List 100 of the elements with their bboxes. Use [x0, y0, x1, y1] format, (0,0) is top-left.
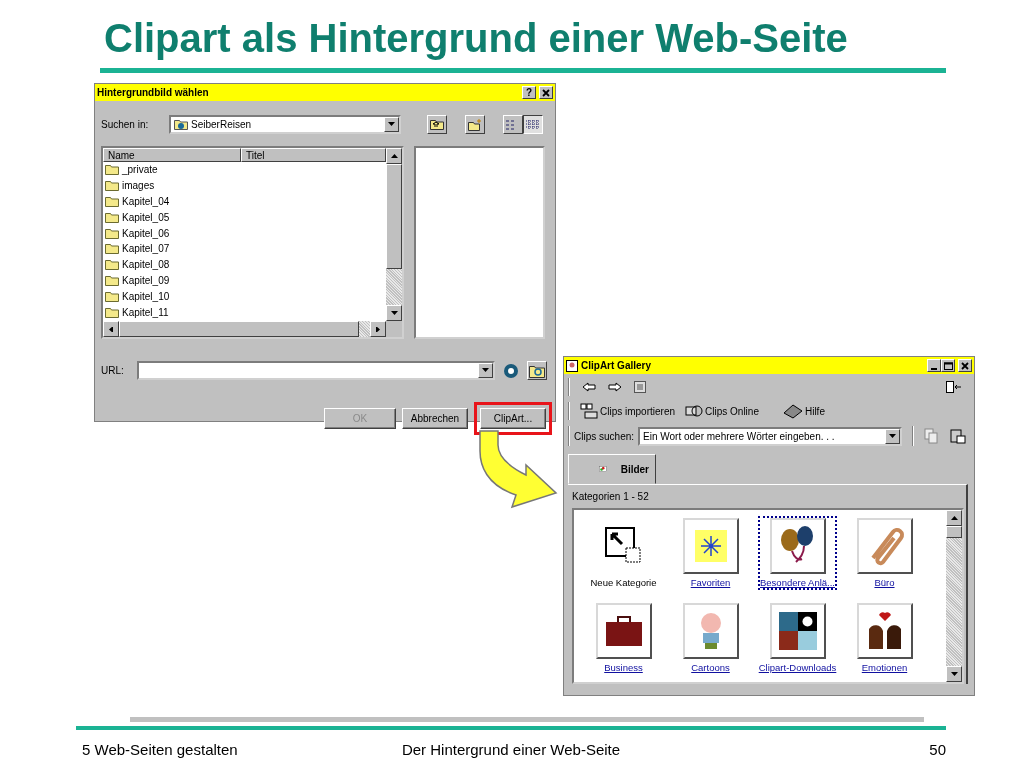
help-button[interactable]: ? — [522, 86, 536, 99]
import-clips-button[interactable]: Clips importieren — [580, 403, 676, 419]
scrollbar[interactable] — [386, 148, 402, 321]
category-tile[interactable] — [856, 603, 913, 659]
up-folder-icon[interactable] — [427, 115, 447, 134]
url-field[interactable] — [136, 361, 496, 380]
caret-left-icon — [107, 326, 115, 332]
category-tile[interactable] — [769, 518, 826, 574]
column-header[interactable]: Name — [103, 148, 241, 162]
folder-icon — [105, 196, 119, 207]
browse-folder-icon[interactable] — [527, 361, 547, 380]
import-icon — [580, 403, 598, 419]
category-tile[interactable] — [769, 603, 826, 659]
caret-down-icon — [950, 671, 958, 677]
folder-item[interactable]: images — [122, 180, 155, 192]
scrollbar-thumb[interactable] — [946, 526, 962, 538]
category-tile[interactable] — [595, 603, 652, 659]
caret-down-icon — [388, 122, 395, 127]
caret-up-icon — [390, 153, 398, 159]
look-in-label: Suchen in: — [101, 119, 150, 130]
folder-item[interactable]: Kapitel_05 — [122, 211, 170, 223]
window-title: Hintergrundbild wählen — [97, 87, 209, 98]
caret-up-icon — [950, 515, 958, 521]
maximize-button[interactable] — [941, 359, 955, 372]
scrollbar[interactable] — [946, 510, 962, 682]
list-view-icon[interactable] — [503, 115, 523, 134]
folder-icon — [105, 243, 119, 255]
forward-arrow-icon[interactable] — [608, 382, 622, 392]
clips-online-button[interactable]: Clips Online — [685, 403, 759, 419]
paste-icon[interactable] — [950, 428, 967, 444]
caret-down-icon — [390, 310, 398, 316]
book-icon — [782, 403, 803, 419]
look-in-value: SeiberReisen — [191, 119, 252, 130]
column-header[interactable]: Titel — [241, 148, 386, 162]
folder-item[interactable]: Kapitel_09 — [122, 274, 170, 286]
folder-icon — [105, 180, 119, 192]
folder-icon — [105, 290, 119, 302]
category-link[interactable]: Emotionen — [861, 662, 908, 673]
category-link[interactable]: Business — [604, 662, 643, 673]
scroll-left-button[interactable] — [103, 321, 119, 337]
category-link[interactable]: Besondere Anlä... — [760, 577, 835, 588]
dialog-button[interactable]: Abbrechen — [402, 408, 468, 429]
tab[interactable]: Bilder — [568, 454, 656, 484]
folder-item[interactable]: Kapitel_04 — [122, 196, 170, 207]
back-arrow-icon[interactable] — [582, 382, 596, 392]
footer-section: 5 Web-Seiten gestalten — [82, 740, 238, 758]
scroll-right-button[interactable] — [370, 321, 386, 337]
category-tile[interactable] — [682, 603, 739, 659]
dialog-button[interactable]: ClipArt... — [480, 408, 546, 429]
folder-item[interactable]: _private — [122, 164, 158, 176]
scroll-up-button[interactable] — [386, 148, 402, 164]
grid-view-icon[interactable] — [634, 381, 646, 393]
search-field[interactable]: Ein Wort oder mehrere Wörter eingeben. . . — [638, 426, 903, 446]
folder-icon — [105, 274, 119, 286]
folder-item[interactable]: Kapitel_06 — [122, 227, 170, 239]
new-folder-icon[interactable] — [465, 115, 485, 134]
folder-item[interactable]: Kapitel_07 — [122, 243, 170, 255]
pane-toggle-icon[interactable] — [946, 381, 962, 393]
folder-item[interactable]: Kapitel_10 — [122, 290, 170, 302]
maximize-icon — [943, 361, 953, 370]
scrollbar[interactable] — [103, 321, 386, 337]
category-link[interactable]: Favoriten — [690, 577, 731, 588]
category-tile[interactable] — [856, 518, 913, 574]
page-number: 50 — [929, 740, 946, 758]
help-button[interactable]: Hilfe — [782, 403, 825, 419]
online-icon — [685, 403, 704, 419]
scrollbar-thumb[interactable] — [386, 164, 402, 269]
category-tile[interactable] — [682, 518, 739, 574]
category-link[interactable]: Cartoons — [691, 662, 730, 673]
folder-item[interactable]: Kapitel_08 — [122, 259, 170, 271]
category-range-label: Kategorien 1 - 52 — [572, 491, 650, 502]
footer-topic: Der Hintergrund einer Web-Seite — [401, 740, 621, 758]
category-link[interactable]: Clipart-Downloads — [758, 662, 837, 673]
url-label: URL: — [101, 365, 125, 376]
scroll-up-button[interactable] — [946, 510, 962, 526]
close-button[interactable] — [958, 359, 972, 372]
folder-item[interactable]: Kapitel_11 — [122, 306, 169, 318]
close-button[interactable] — [539, 86, 553, 99]
folder-icon — [105, 164, 119, 176]
folder-icon — [105, 306, 119, 318]
minimize-icon — [931, 367, 937, 370]
caret-down-icon — [889, 433, 897, 439]
folder-icon — [105, 211, 119, 223]
gallery-app-icon — [566, 359, 578, 372]
scrollbar-corner — [386, 321, 402, 337]
search-label: Clips suchen: — [574, 430, 635, 442]
scroll-down-button[interactable] — [386, 305, 402, 321]
caret-down-icon — [482, 368, 490, 373]
minimize-button[interactable] — [927, 359, 941, 372]
web-folder-icon — [174, 119, 188, 130]
folder-icon — [105, 227, 119, 239]
category-label[interactable]: Neue Kategorie — [590, 577, 657, 588]
window-title: ClipArt Gallery — [581, 360, 652, 371]
details-view-icon[interactable] — [523, 115, 543, 134]
slide-title: Clipart als Hintergrund einer Web-Seite — [104, 15, 849, 62]
caret-right-icon — [374, 326, 382, 332]
look-in-dropdown[interactable]: SeiberReisen — [169, 115, 401, 134]
scrollbar-thumb[interactable] — [119, 321, 359, 337]
category-link[interactable]: Büro — [874, 577, 895, 588]
scroll-down-button[interactable] — [946, 666, 962, 682]
